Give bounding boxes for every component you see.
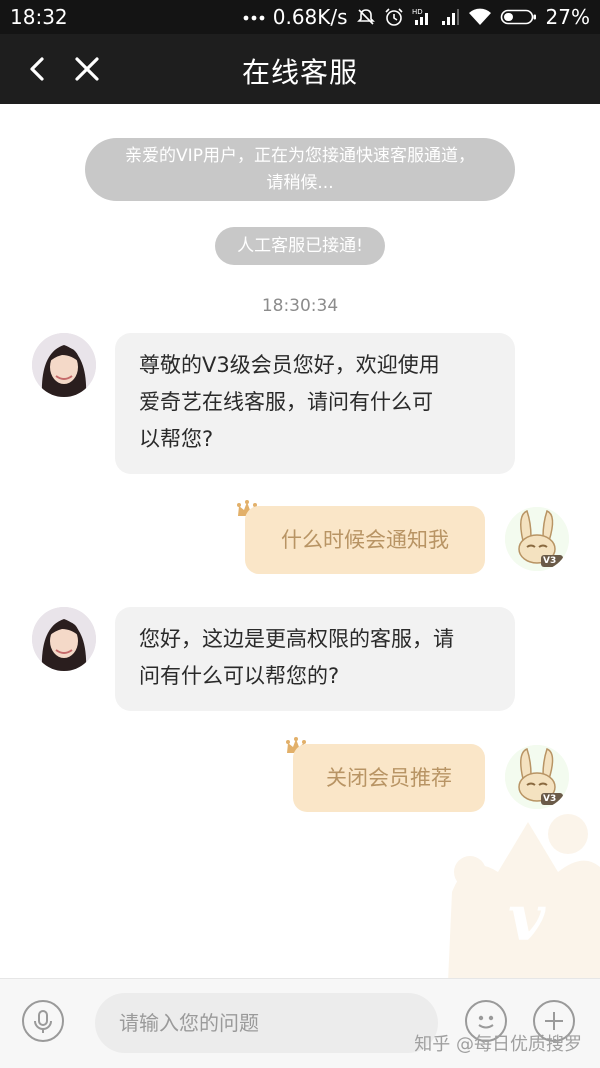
signal-hd-icon: HD	[412, 8, 428, 25]
system-message-connected: 人工客服已接通!	[215, 227, 385, 265]
message-input[interactable]	[95, 993, 438, 1053]
message-line: 您好，这边是更高权限的客服，请	[139, 627, 454, 651]
user-message-bubble: 关闭会员推荐	[293, 744, 485, 812]
agent-portrait-icon	[32, 333, 96, 397]
system-message-line: 亲爱的VIP用户，正在为您接通快速客服通道，	[125, 146, 475, 166]
battery-percent: 27%	[545, 5, 590, 29]
page-title: 在线客服	[241, 56, 358, 89]
status-bar: 18:32 0.68K/s HD 27%	[0, 0, 600, 34]
header-bar: 在线客服	[0, 34, 600, 104]
alarm-icon	[384, 8, 403, 26]
rabbit-avatar-icon	[505, 507, 569, 571]
rabbit-avatar-icon	[505, 745, 569, 809]
microphone-icon	[34, 1010, 52, 1033]
system-message-connecting: 亲爱的VIP用户，正在为您接通快速客服通道， 请稍候...	[85, 138, 515, 201]
user-avatar[interactable]: V3	[505, 507, 569, 571]
watermark-text: 知乎 @每日优质搜罗	[414, 1034, 582, 1055]
voice-input-button[interactable]	[22, 1000, 64, 1042]
vip-crown-watermark-icon: v	[448, 814, 600, 982]
mute-icon	[356, 9, 375, 25]
status-icons: 0.68K/s HD 27%	[243, 5, 590, 29]
dots-icon	[243, 15, 265, 21]
user-level-badge: V3	[543, 556, 557, 566]
message-line: 爱奇艺在线客服，请问有什么可	[139, 390, 433, 414]
status-time: 18:32	[10, 5, 68, 29]
agent-message-bubble: 尊敬的V3级会员您好，欢迎使用 爱奇艺在线客服，请问有什么可 以帮您?	[115, 333, 515, 474]
message-timestamp: 18:30:34	[261, 296, 339, 316]
battery-icon	[500, 9, 536, 25]
svg-text:HD: HD	[412, 8, 423, 16]
user-message-bubble: 什么时候会通知我	[245, 506, 485, 574]
agent-avatar[interactable]	[32, 607, 96, 671]
user-level-badge: V3	[543, 794, 557, 804]
system-message-line: 请稍候...	[266, 173, 334, 193]
user-avatar[interactable]: V3	[505, 745, 569, 809]
message-line: 问有什么可以帮您的?	[139, 664, 340, 688]
agent-avatar[interactable]	[32, 333, 96, 397]
message-line: 以帮您?	[139, 427, 214, 451]
message-line: 尊敬的V3级会员您好，欢迎使用	[139, 353, 440, 377]
network-speed: 0.68K/s	[272, 5, 348, 29]
agent-message-bubble: 您好，这边是更高权限的客服，请 问有什么可以帮您的?	[115, 607, 515, 711]
agent-portrait-icon	[32, 607, 96, 671]
crown-letter: v	[508, 881, 546, 956]
signal-icon	[441, 9, 459, 25]
wifi-icon	[468, 8, 491, 25]
